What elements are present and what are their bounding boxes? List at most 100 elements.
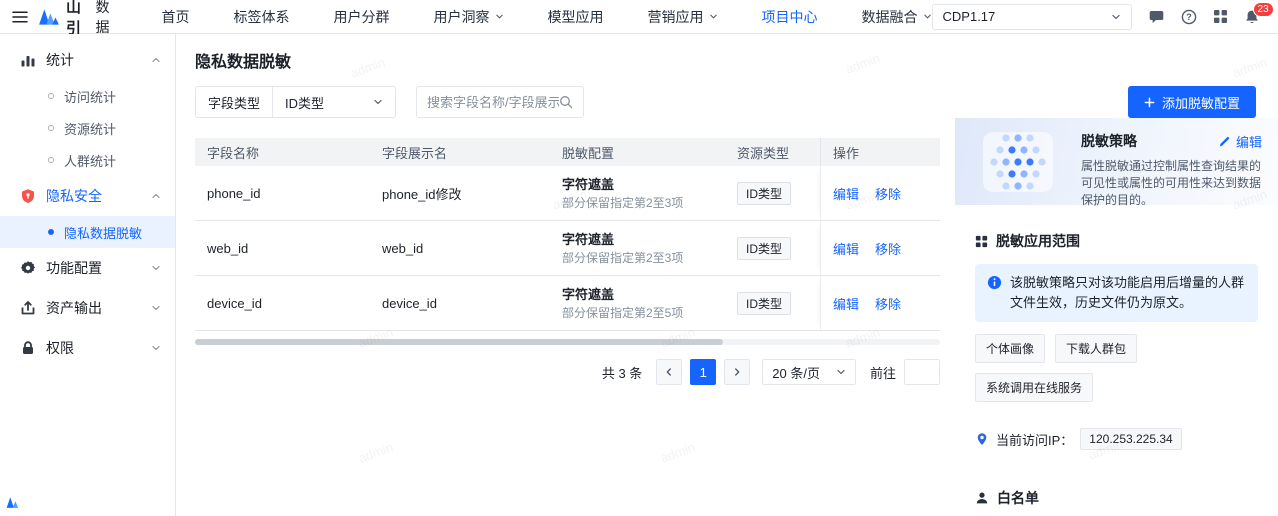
notification-bell-icon[interactable]: 23	[1244, 9, 1260, 25]
chevron-down-icon	[151, 343, 161, 353]
mask-config-cell: 字符遮盖 部分保留指定第2至5项	[550, 286, 725, 321]
policy-edit-link[interactable]: 编辑	[1218, 132, 1262, 151]
scope-icon	[975, 235, 988, 248]
actions-cell: 编辑 移除	[820, 221, 940, 275]
search-box	[416, 86, 584, 118]
goto-label: 前往	[870, 363, 896, 382]
sidebar-group-privacy[interactable]: 隐私安全	[0, 176, 175, 216]
field-type-select[interactable]: 字段类型 ID类型	[195, 86, 396, 118]
export-icon	[20, 300, 36, 316]
actions-cell: 编辑 移除	[820, 166, 940, 220]
field-type-label: 字段类型	[196, 87, 273, 117]
sidebar-item-label: 资源统计	[64, 119, 116, 138]
edit-link[interactable]: 编辑	[833, 239, 859, 258]
pagination: 共 3 条 1 20 条/页 前往	[195, 359, 940, 385]
nav-item-project-center[interactable]: 项目中心	[762, 7, 818, 27]
chevron-down-icon	[709, 12, 718, 21]
pencil-icon	[1218, 135, 1231, 148]
chart-icon	[20, 52, 36, 68]
project-select[interactable]: CDP1.17	[932, 4, 1132, 30]
scope-tag: 下载人群包	[1055, 334, 1137, 363]
sidebar-group-label: 资产输出	[46, 298, 102, 318]
scope-section-title: 脱敏应用范围	[996, 231, 1080, 251]
sidebar-item-label: 隐私数据脱敏	[64, 223, 142, 242]
mini-logo-icon[interactable]	[6, 496, 21, 512]
help-icon[interactable]: ?	[1181, 9, 1197, 25]
svg-text:?: ?	[1186, 12, 1192, 22]
scope-tags: 个体画像 下载人群包 系统调用在线服务	[975, 334, 1258, 402]
nav-item-marketing[interactable]: 营销应用	[648, 7, 718, 27]
page-size-select[interactable]: 20 条/页	[762, 359, 856, 385]
resource-type-cell: ID类型	[725, 182, 820, 205]
hamburger-menu-icon[interactable]	[12, 10, 28, 24]
nav-item-segments[interactable]: 用户分群	[334, 7, 390, 27]
add-masking-config-button[interactable]: 添加脱敏配置	[1128, 86, 1256, 118]
edit-link[interactable]: 编辑	[833, 294, 859, 313]
current-page-button[interactable]: 1	[690, 359, 716, 385]
sidebar-group-function-config[interactable]: 功能配置	[0, 248, 175, 288]
table-area: 字段名称 字段展示名 脱敏配置 资源类型 操作 phone_id phone_i…	[176, 118, 955, 516]
field-type-value: ID类型	[285, 93, 324, 112]
policy-panel: 脱敏策略 编辑 属性脱敏通过控制属性查询结果的可见性或属性的可用性来达到数据保护…	[955, 118, 1278, 516]
sidebar-group-asset-output[interactable]: 资产输出	[0, 288, 175, 328]
scope-tag: 个体画像	[975, 334, 1045, 363]
page-title: 隐私数据脱敏	[195, 52, 1256, 74]
plus-icon	[1144, 97, 1155, 108]
sidebar-item-visit-stats[interactable]: 访问统计	[0, 80, 175, 112]
chevron-up-icon	[151, 55, 161, 65]
actions-cell: 编辑 移除	[820, 276, 940, 330]
sidebar-item-label: 访问统计	[64, 87, 116, 106]
sidebar-item-privacy-masking[interactable]: 隐私数据脱敏	[0, 216, 175, 248]
info-icon	[987, 273, 1002, 313]
bullet-icon	[48, 125, 54, 131]
remove-link[interactable]: 移除	[875, 294, 901, 313]
bullet-icon	[48, 229, 54, 235]
main-content: 隐私数据脱敏 字段类型 ID类型 添	[176, 34, 1278, 516]
content-header: 隐私数据脱敏 字段类型 ID类型 添	[176, 34, 1278, 118]
nav-item-home[interactable]: 首页	[162, 7, 190, 27]
column-header: 字段展示名	[370, 143, 550, 162]
apps-grid-icon[interactable]	[1213, 9, 1228, 24]
edit-link[interactable]: 编辑	[833, 184, 859, 203]
nav-item-tags[interactable]: 标签体系	[234, 7, 290, 27]
table-row: phone_id phone_id修改 字符遮盖 部分保留指定第2至3项 ID类…	[195, 166, 940, 221]
scrollbar-thumb[interactable]	[195, 339, 723, 345]
current-ip-value: 120.253.225.34	[1080, 428, 1181, 450]
filter-toolbar: 字段类型 ID类型 添加脱敏配置	[195, 86, 1256, 118]
search-icon[interactable]	[559, 95, 573, 109]
field-name-cell: web_id	[195, 241, 370, 256]
nav-item-data-fusion[interactable]: 数据融合	[862, 7, 932, 27]
current-ip-label: 当前访问IP：	[996, 430, 1073, 449]
prev-page-button[interactable]	[656, 359, 682, 385]
goto-page-input[interactable]	[904, 359, 940, 385]
sidebar-group-statistics[interactable]: 统计	[0, 40, 175, 80]
remove-link[interactable]: 移除	[875, 239, 901, 258]
sidebar-group-label: 隐私安全	[46, 186, 102, 206]
location-pin-icon	[975, 432, 989, 446]
nav-item-insights[interactable]: 用户洞察	[434, 7, 504, 27]
pagination-total: 共 3 条	[602, 363, 642, 382]
scope-tag: 系统调用在线服务	[975, 373, 1093, 402]
sidebar: 统计 访问统计 资源统计 人群统计 隐私安全 隐私数	[0, 34, 176, 516]
resource-type-cell: ID类型	[725, 292, 820, 315]
search-input[interactable]	[427, 95, 559, 110]
remove-link[interactable]: 移除	[875, 184, 901, 203]
sidebar-item-audience-stats[interactable]: 人群统计	[0, 144, 175, 176]
table-header: 字段名称 字段展示名 脱敏配置 资源类型 操作	[195, 138, 940, 166]
policy-description: 属性脱敏通过控制属性查询结果的可见性或属性的可用性来达到数据保护的目的。	[1081, 158, 1261, 209]
message-icon[interactable]	[1148, 9, 1165, 25]
chevron-down-icon	[373, 97, 383, 107]
nav-item-models[interactable]: 模型应用	[548, 7, 604, 27]
app-window: 火山引擎 客户数据平台 首页 标签体系 用户分群 用户洞察 模型应用 营销应用 …	[0, 0, 1278, 516]
mask-config-cell: 字符遮盖 部分保留指定第2至3项	[550, 176, 725, 211]
sidebar-group-permissions[interactable]: 权限	[0, 328, 175, 368]
field-name-cell: device_id	[195, 296, 370, 311]
volcengine-logo-icon	[38, 8, 60, 26]
sidebar-item-resource-stats[interactable]: 资源统计	[0, 112, 175, 144]
next-page-button[interactable]	[724, 359, 750, 385]
display-name-cell: web_id	[370, 241, 550, 256]
current-ip-row: 当前访问IP： 120.253.225.34	[975, 428, 1258, 450]
table-row: web_id web_id 字符遮盖 部分保留指定第2至3项 ID类型 编辑 移…	[195, 221, 940, 276]
project-select-value: CDP1.17	[943, 9, 996, 24]
bullet-icon	[48, 157, 54, 163]
